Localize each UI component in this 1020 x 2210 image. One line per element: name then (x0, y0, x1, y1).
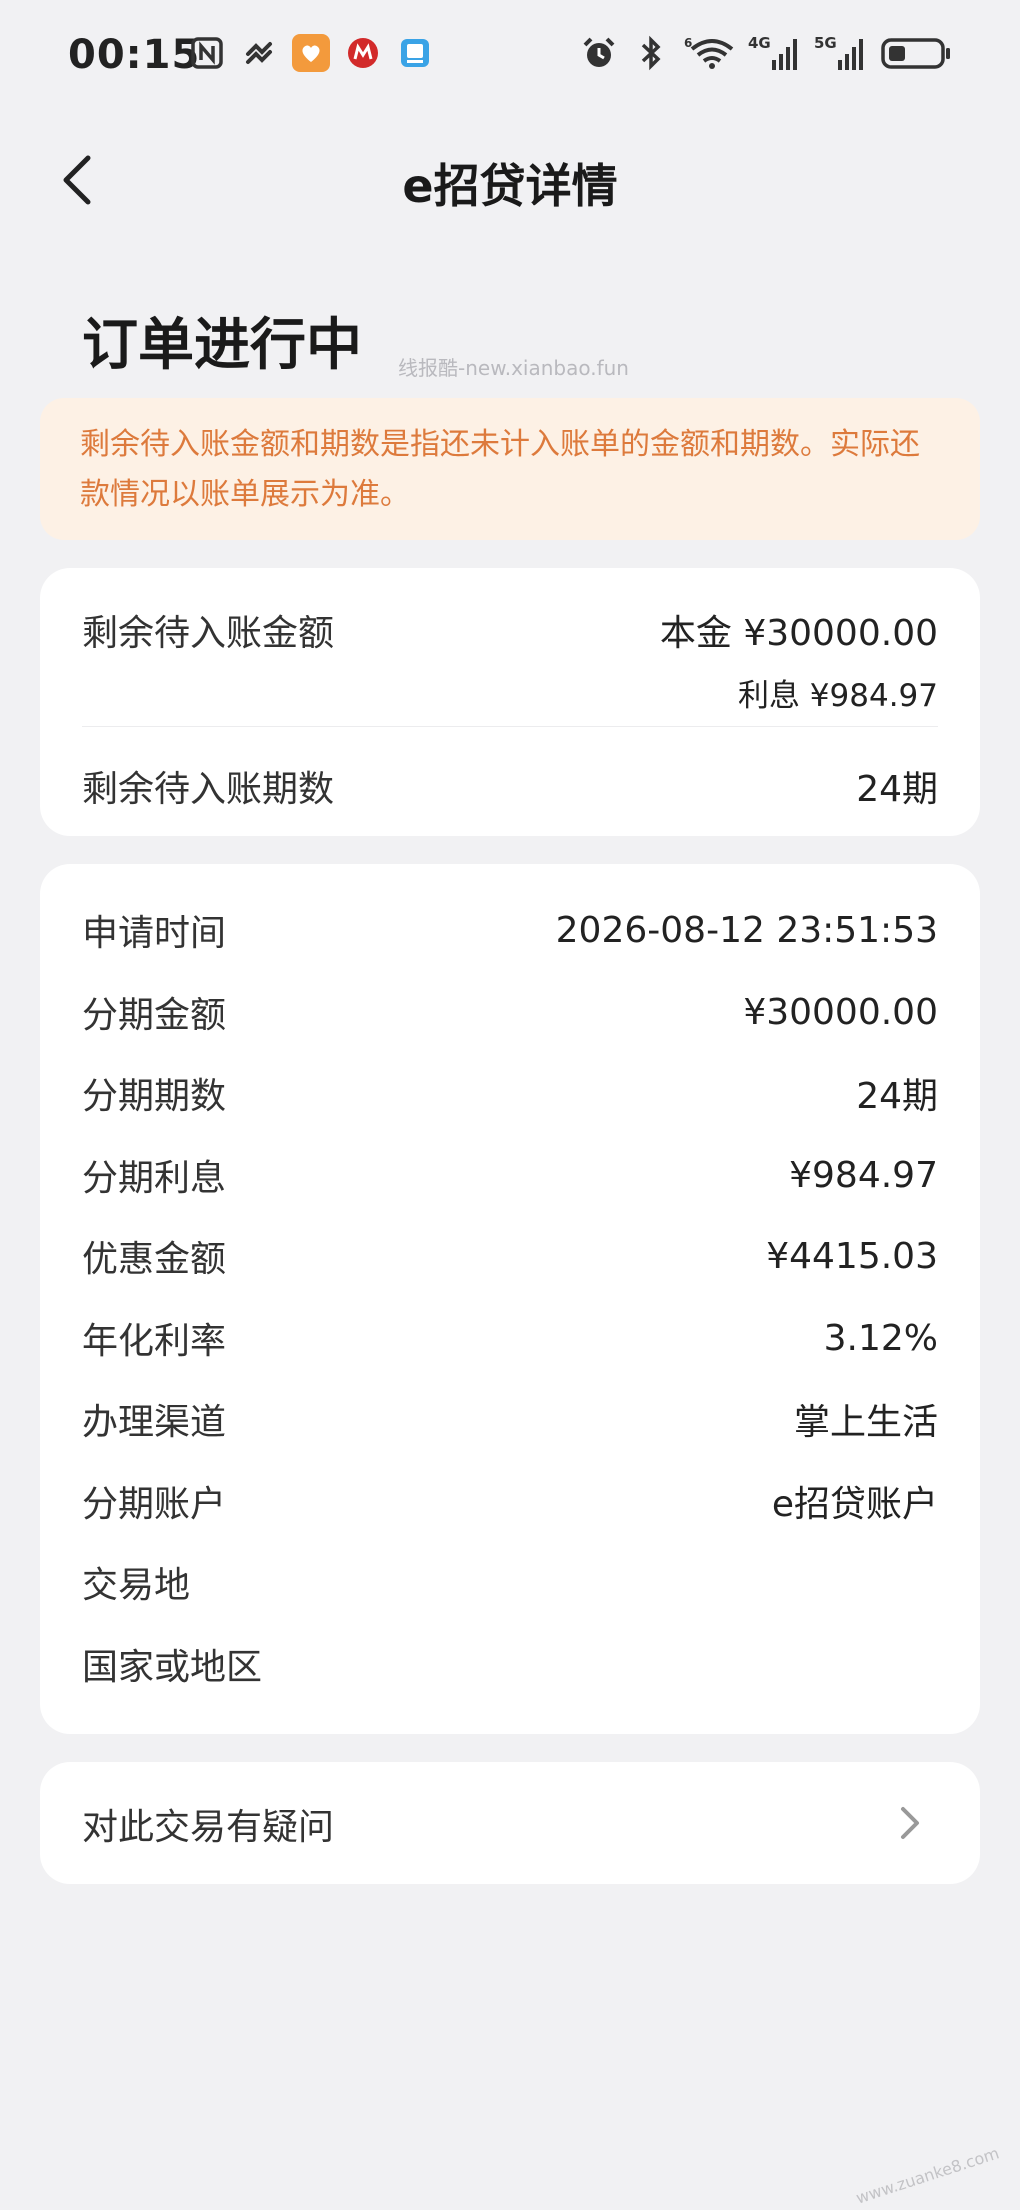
battery-icon (880, 34, 952, 72)
question-row[interactable]: 对此交易有疑问 (40, 1762, 980, 1884)
detail-value: 24期 (856, 1076, 938, 1117)
detail-row-interest: 分期利息 ¥984.97 (82, 1149, 938, 1201)
health-app-icon (240, 34, 278, 72)
detail-row-account: 分期账户 e招贷账户 (82, 1475, 938, 1527)
pending-amount-row: 剩余待入账金额 本金 ¥30000.00 (82, 604, 938, 656)
status-right-icons: 6 4G 5G (580, 34, 952, 72)
detail-value: 掌上生活 (793, 1402, 938, 1443)
question-row-content: 对此交易有疑问 (82, 1798, 938, 1850)
detail-value: e招贷账户 (771, 1484, 938, 1525)
status-left-icons (188, 34, 434, 72)
detail-row-periods: 分期期数 24期 (82, 1067, 938, 1119)
detail-label: 分期金额 (82, 995, 227, 1036)
detail-row-discount: 优惠金额 ¥4415.03 (82, 1230, 938, 1282)
detail-label: 分期期数 (82, 1076, 227, 1117)
app-download-icon (396, 34, 434, 72)
detail-label: 分期账户 (82, 1484, 227, 1525)
detail-label: 优惠金额 (82, 1239, 227, 1280)
chevron-right-icon (901, 1807, 919, 1839)
pending-periods-value: 24期 (856, 769, 938, 810)
question-label: 对此交易有疑问 (82, 1807, 335, 1848)
pending-periods-label: 剩余待入账期数 (82, 769, 335, 810)
status-time: 00:15 (68, 32, 201, 78)
alarm-icon (580, 34, 618, 72)
signal-4g-label: 4G (748, 34, 771, 52)
status-bar: 00:15 6 4G 5G (0, 0, 1020, 110)
detail-value: 2026-08-12 23:51:53 (555, 909, 938, 951)
pending-interest-row: 利息 ¥984.97 (82, 670, 938, 715)
detail-value: ¥30000.00 (743, 991, 938, 1033)
detail-row-amount: 分期金额 ¥30000.00 (82, 986, 938, 1038)
detail-label: 国家或地区 (82, 1647, 263, 1688)
cmb-app-icon (344, 34, 382, 72)
pending-interest: 利息 ¥984.97 (737, 678, 938, 714)
wifi-label: 6 (684, 36, 692, 50)
detail-value: 3.12% (823, 1317, 938, 1359)
detail-label: 申请时间 (82, 913, 227, 954)
signal-5g-icon: 5G (814, 34, 866, 72)
detail-row-channel: 办理渠道 掌上生活 (82, 1393, 938, 1445)
watermark: 线报酷-new.xianbao.fun (398, 356, 629, 380)
detail-row-apply-time: 申请时间 2026-08-12 23:51:53 (82, 904, 938, 956)
pending-periods-row: 剩余待入账期数 24期 (82, 760, 938, 812)
detail-row-annual-rate: 年化利率 3.12% (82, 1312, 938, 1364)
detail-label: 办理渠道 (82, 1402, 227, 1443)
divider (82, 726, 938, 727)
header: e招贷详情 (0, 120, 1020, 240)
nfc-icon (188, 34, 226, 72)
pending-card: 剩余待入账金额 本金 ¥30000.00 利息 ¥984.97 剩余待入账期数 … (40, 568, 980, 836)
detail-value: ¥4415.03 (766, 1235, 938, 1277)
wifi-icon: 6 (684, 34, 734, 72)
detail-row-location: 交易地 (82, 1556, 938, 1608)
corner-watermark: www.zuanke8.com (853, 2143, 1002, 2208)
pending-amount-label: 剩余待入账金额 (82, 613, 335, 654)
signal-5g-label: 5G (814, 34, 837, 52)
page-title: e招贷详情 (402, 159, 618, 213)
detail-row-country: 国家或地区 (82, 1638, 938, 1690)
detail-label: 交易地 (82, 1565, 191, 1606)
detail-label: 年化利率 (82, 1321, 227, 1362)
detail-value: ¥984.97 (789, 1154, 938, 1196)
heart-app-icon (292, 34, 330, 72)
signal-4g-icon: 4G (748, 34, 800, 72)
order-status: 订单进行中 (82, 313, 362, 378)
bluetooth-icon (632, 34, 670, 72)
details-card: 申请时间 2026-08-12 23:51:53 分期金额 ¥30000.00 … (40, 864, 980, 1734)
detail-label: 分期利息 (82, 1158, 227, 1199)
pending-principal: 本金 ¥30000.00 (659, 613, 938, 654)
notice-banner: 剩余待入账金额和期数是指还未计入账单的金额和期数。实际还款情况以账单展示为准。 (40, 398, 980, 540)
